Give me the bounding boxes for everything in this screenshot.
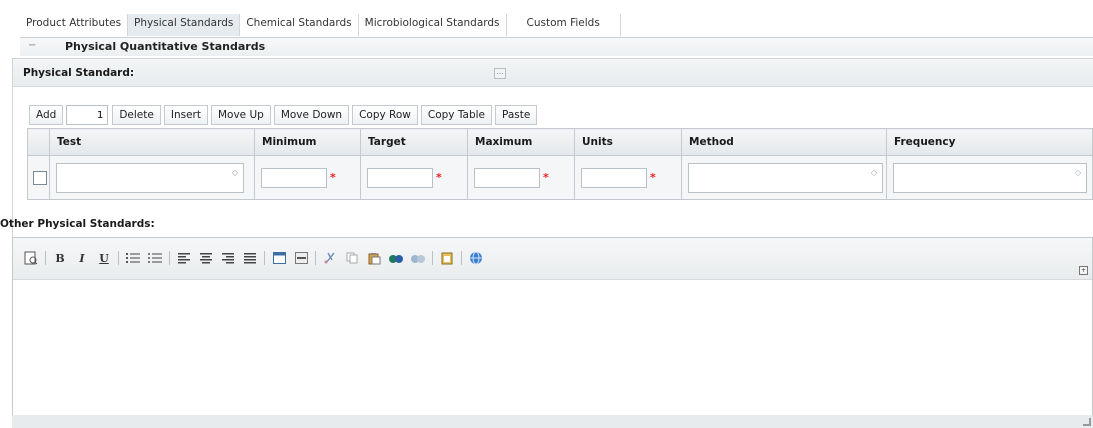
test-cell: ◇	[49, 155, 255, 200]
tab-physical-standards[interactable]: Physical Standards	[128, 14, 241, 36]
add-button[interactable]: Add	[29, 105, 64, 125]
units-input[interactable]	[581, 167, 647, 188]
frequency-textarea[interactable]: ◇	[893, 162, 1087, 193]
table-icon[interactable]	[271, 250, 287, 266]
source-icon[interactable]	[23, 250, 39, 266]
minimum-cell: *	[254, 155, 361, 200]
find-icon[interactable]	[410, 250, 426, 266]
insert-button[interactable]: Insert	[163, 105, 208, 125]
toolbar-separator	[264, 251, 265, 265]
column-header-minimum[interactable]: Minimum	[254, 128, 361, 156]
row-checkbox[interactable]	[33, 170, 47, 185]
tab-custom-fields[interactable]: Custom Fields	[507, 14, 621, 36]
units-cell: *	[574, 155, 682, 200]
physical-standard-header: Physical Standard: ...	[13, 59, 1093, 87]
maximum-cell: *	[467, 155, 575, 200]
toolbar-separator	[118, 251, 119, 265]
method-textarea[interactable]: ◇	[688, 162, 883, 193]
required-marker: *	[650, 171, 656, 184]
toolbar-separator	[45, 251, 46, 265]
copy-icon[interactable]	[344, 250, 360, 266]
editor-content-area[interactable]	[13, 280, 1092, 416]
underline-icon[interactable]: U	[96, 250, 112, 266]
move-up-button[interactable]: Move Up	[210, 105, 271, 125]
frequency-cell: ◇	[886, 155, 1093, 200]
ellipsis-button[interactable]: ...	[494, 68, 506, 79]
column-header-test[interactable]: Test	[49, 128, 255, 156]
grid-toolbar: Add Delete Insert Move Up Move Down Copy…	[29, 104, 540, 126]
row-count-input[interactable]	[66, 105, 109, 125]
required-marker: *	[543, 171, 549, 184]
horizontal-rule-icon[interactable]	[293, 250, 309, 266]
copy-table-button[interactable]: Copy Table	[420, 105, 493, 125]
copy-row-button[interactable]: Copy Row	[352, 105, 418, 125]
spellcheck-icon[interactable]	[388, 250, 404, 266]
physical-standard-label: Physical Standard:	[23, 67, 135, 79]
column-header-frequency[interactable]: Frequency	[886, 128, 1093, 156]
section-title: Physical Quantitative Standards	[65, 40, 266, 53]
target-cell: *	[360, 155, 468, 200]
select-column-header	[27, 128, 50, 156]
scroll-arrows-icon: ◇	[870, 167, 878, 177]
toolbar-separator	[432, 251, 433, 265]
editor-tools: B I U	[23, 250, 490, 266]
method-cell: ◇	[681, 155, 887, 200]
toolbar-separator	[461, 251, 462, 265]
bulleted-list-icon[interactable]	[147, 250, 163, 266]
required-marker: *	[330, 171, 336, 184]
column-header-maximum[interactable]: Maximum	[467, 128, 575, 156]
column-header-method[interactable]: Method	[681, 128, 887, 156]
other-physical-standards-label: Other Physical Standards:	[0, 218, 155, 230]
tab-product-attributes[interactable]: Product Attributes	[20, 14, 129, 36]
standards-table: Test Minimum Target Maximum Units Method…	[27, 128, 1093, 200]
editor-toolbar: B I U +	[13, 238, 1092, 280]
toolbar-separator	[315, 251, 316, 265]
scroll-arrows-icon: ◇	[1074, 167, 1082, 177]
collapse-icon[interactable]: −	[28, 41, 38, 51]
column-header-target[interactable]: Target	[360, 128, 468, 156]
resize-grip-icon[interactable]	[1083, 418, 1091, 426]
column-header-units[interactable]: Units	[574, 128, 682, 156]
maximum-input[interactable]	[474, 167, 540, 188]
delete-button[interactable]: Delete	[112, 105, 161, 125]
tab-microbiological-standards[interactable]: Microbiological Standards	[359, 14, 507, 36]
scroll-arrows-icon: ◇	[231, 167, 239, 177]
cut-icon[interactable]	[322, 250, 338, 266]
move-down-button[interactable]: Move Down	[273, 105, 350, 125]
target-input[interactable]	[367, 167, 433, 188]
physical-standards-page: Product Attributes Physical Standards Ch…	[0, 0, 1093, 428]
select-cell	[27, 155, 50, 200]
paste-icon[interactable]	[366, 250, 382, 266]
section-header: − Physical Quantitative Standards	[20, 38, 1093, 56]
table-row: ◇ * * * * ◇ ◇	[27, 155, 1093, 200]
minimum-input[interactable]	[261, 167, 327, 188]
numbered-list-icon[interactable]	[125, 250, 141, 266]
expand-icon[interactable]: +	[1079, 266, 1088, 275]
align-left-icon[interactable]	[176, 250, 192, 266]
align-center-icon[interactable]	[198, 250, 214, 266]
justify-icon[interactable]	[242, 250, 258, 266]
paste-word-icon[interactable]	[439, 250, 455, 266]
tab-bar: Product Attributes Physical Standards Ch…	[20, 14, 621, 38]
rich-text-editor: B I U +	[12, 237, 1093, 416]
required-marker: *	[436, 171, 442, 184]
bold-icon[interactable]: B	[52, 250, 68, 266]
tab-chemical-standards[interactable]: Chemical Standards	[240, 14, 359, 36]
editor-status-bar	[12, 415, 1093, 428]
align-right-icon[interactable]	[220, 250, 236, 266]
toolbar-separator	[169, 251, 170, 265]
link-icon[interactable]	[468, 250, 484, 266]
table-header-row: Test Minimum Target Maximum Units Method…	[27, 128, 1093, 156]
paste-button[interactable]: Paste	[495, 105, 538, 125]
test-textarea[interactable]: ◇	[56, 162, 244, 193]
italic-icon[interactable]: I	[74, 250, 90, 266]
